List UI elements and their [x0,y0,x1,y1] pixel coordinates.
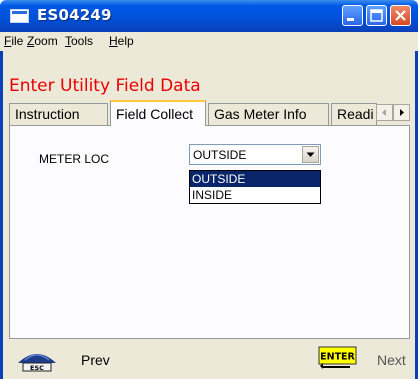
menu-zoom[interactable]: Zoom [27,34,58,48]
menu-bar: File Zoom Tools Help [0,32,418,51]
app-icon [10,9,29,23]
tab-scroll-left-button[interactable] [376,104,393,121]
option-outside[interactable]: OUTSIDE [190,171,320,187]
menu-help-label: elp [117,34,134,48]
tab-readings[interactable]: Readi [331,103,377,125]
esc-key-text: ESC [30,364,44,372]
meter-loc-options-list: OUTSIDE INSIDE [189,170,321,204]
close-button[interactable] [390,5,411,26]
enter-key-icon[interactable]: ENTER [318,346,357,370]
minimize-icon [347,18,354,21]
maximize-icon [370,9,383,22]
maximize-button[interactable] [366,5,387,26]
close-icon [395,10,406,21]
option-inside[interactable]: INSIDE [190,187,320,203]
arrow-right-icon [400,109,404,116]
menu-tools[interactable]: Tools [65,34,93,48]
tab-field-collect-label: Field Collect [116,106,194,122]
page-title: Enter Utility Field Data [9,76,201,96]
tab-scroll-controls [376,104,410,121]
tab-readings-label: Readi [337,106,374,122]
next-button[interactable]: Next [377,352,406,368]
prev-button[interactable]: Prev [81,352,110,368]
enter-key-text: ENTER [320,352,355,363]
minimize-button[interactable] [342,5,363,26]
tab-scroll-right-button[interactable] [393,104,410,121]
tab-gas-meter-info-label: Gas Meter Info [214,106,307,122]
menu-help-mnemonic: H [109,34,118,48]
tab-gas-meter-info[interactable]: Gas Meter Info [208,103,329,125]
menu-zoom-label: oom [34,34,58,48]
meter-loc-select[interactable]: OUTSIDE [189,144,321,165]
meter-loc-label: METER LOC [39,152,110,166]
esc-key-icon[interactable]: ESC [17,348,57,372]
menu-help[interactable]: Help [109,34,134,48]
meter-loc-value: OUTSIDE [193,148,247,162]
window-title: ES04249 [37,6,112,24]
tab-instruction[interactable]: Instruction [9,103,108,125]
tab-instruction-label: Instruction [15,106,80,122]
menu-file-label: ile [11,34,24,48]
menu-tools-label: ools [71,34,94,48]
arrow-left-icon [382,109,386,116]
meter-loc-dropdown-button[interactable] [302,146,319,163]
chevron-down-icon [306,152,315,157]
title-bar[interactable]: ES04249 [0,0,418,32]
menu-file[interactable]: File [4,34,23,48]
tab-field-collect[interactable]: Field Collect [110,100,206,126]
